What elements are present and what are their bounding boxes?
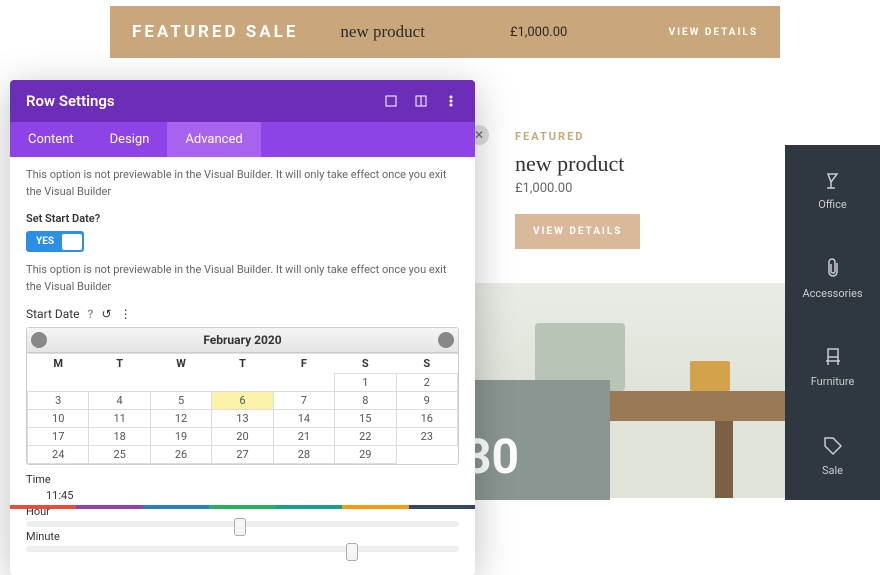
calendar-day[interactable]: 18: [89, 428, 150, 446]
modal-body: This option is not previewable in the Vi…: [10, 157, 475, 575]
prev-month-button[interactable]: [31, 332, 47, 348]
calendar-dow: W: [150, 354, 211, 374]
next-month-button[interactable]: [438, 332, 454, 348]
calendar-dow: T: [89, 354, 150, 374]
tab-advanced[interactable]: Advanced: [167, 122, 260, 157]
calendar-day: [28, 374, 89, 392]
sidebar-item-accessories[interactable]: Accessories: [785, 234, 880, 323]
sidebar-item-furniture[interactable]: Furniture: [785, 323, 880, 412]
calendar-day[interactable]: 24: [28, 446, 89, 464]
calendar-day[interactable]: 15: [335, 410, 396, 428]
calendar-day: [150, 374, 211, 392]
reset-icon[interactable]: ↺: [102, 307, 112, 321]
banner-product: new product: [340, 22, 425, 42]
help-icon[interactable]: ?: [88, 307, 94, 321]
calendar-day[interactable]: 6: [212, 392, 273, 410]
calendar-dow: T: [212, 354, 273, 374]
calendar-dow: M: [28, 354, 89, 374]
calendar-day[interactable]: 22: [335, 428, 396, 446]
calendar-day[interactable]: 11: [89, 410, 150, 428]
banner-view-details-link[interactable]: VIEW DETAILS: [669, 27, 758, 38]
category-sidebar: Office Accessories Furniture Sale: [785, 145, 880, 500]
calendar-day[interactable]: 3: [28, 392, 89, 410]
tab-design[interactable]: Design: [92, 122, 168, 157]
calendar-day[interactable]: 12: [150, 410, 211, 428]
tag-icon: [821, 434, 845, 458]
calendar-day: [273, 374, 334, 392]
calendar-day[interactable]: 28: [273, 446, 334, 464]
start-date-toggle[interactable]: YES: [26, 231, 84, 252]
set-start-label: Set Start Date?: [26, 212, 459, 225]
expand-icon[interactable]: [383, 93, 399, 109]
lamp-icon: [821, 168, 845, 192]
modal-header: Row Settings: [10, 80, 475, 122]
product-card: FEATURED new product £1,000.00 VIEW DETA…: [515, 130, 775, 249]
calendar-day[interactable]: 5: [150, 392, 211, 410]
tab-content[interactable]: Content: [10, 122, 92, 157]
featured-label: FEATURED: [515, 130, 775, 143]
sidebar-label: Sale: [822, 464, 843, 477]
note-text: This option is not previewable in the Vi…: [26, 167, 459, 200]
calendar-day[interactable]: 7: [273, 392, 334, 410]
calendar-day[interactable]: 17: [28, 428, 89, 446]
calendar-day[interactable]: 25: [89, 446, 150, 464]
calendar-day[interactable]: 29: [335, 446, 396, 464]
calendar-dow: S: [335, 354, 396, 374]
modal-tabs: Content Design Advanced: [10, 122, 475, 157]
sidebar-item-sale[interactable]: Sale: [785, 411, 880, 500]
calendar-day[interactable]: 27: [212, 446, 273, 464]
minute-slider[interactable]: [26, 546, 459, 552]
toggle-yes: YES: [28, 233, 62, 250]
hour-slider[interactable]: [26, 521, 459, 527]
calendar-day[interactable]: 16: [396, 410, 457, 428]
calendar-day[interactable]: 19: [150, 428, 211, 446]
product-title: new product: [515, 151, 775, 177]
time-label: Time: [26, 473, 459, 486]
calendar-day: [212, 374, 273, 392]
time-value: 11:45: [26, 489, 459, 502]
calendar-day: [89, 374, 150, 392]
sidebar-label: Office: [818, 198, 847, 211]
calendar-day[interactable]: 9: [396, 392, 457, 410]
start-date-label: Start Date: [26, 307, 80, 321]
calendar-day[interactable]: 8: [335, 392, 396, 410]
banner-title: FEATURED SALE: [132, 22, 298, 42]
columns-icon[interactable]: [413, 93, 429, 109]
calendar-day[interactable]: 20: [212, 428, 273, 446]
calendar-day[interactable]: 4: [89, 392, 150, 410]
options-icon[interactable]: ⋮: [120, 307, 132, 321]
modal-title: Row Settings: [26, 92, 369, 110]
calendar-month: February 2020: [47, 333, 438, 347]
calendar-day: [396, 446, 457, 464]
sidebar-label: Furniture: [811, 375, 855, 388]
calendar-day[interactable]: 21: [273, 428, 334, 446]
calendar-grid: MTWTFSS 12345678910111213141516171819202…: [27, 353, 458, 464]
paperclip-icon: [821, 257, 845, 281]
chair-icon: [821, 345, 845, 369]
sidebar-item-office[interactable]: Office: [785, 145, 880, 234]
view-details-button[interactable]: VIEW DETAILS: [515, 214, 640, 249]
calendar-day[interactable]: 26: [150, 446, 211, 464]
calendar-day[interactable]: 10: [28, 410, 89, 428]
calendar-day[interactable]: 13: [212, 410, 273, 428]
toggle-knob: [62, 234, 82, 250]
calendar-dow: S: [396, 354, 457, 374]
more-icon[interactable]: [443, 93, 459, 109]
calendar-day[interactable]: 2: [396, 374, 457, 392]
banner-price: £1,000.00: [510, 25, 567, 40]
calendar-dow: F: [273, 354, 334, 374]
color-bar: [10, 505, 475, 509]
sidebar-label: Accessories: [802, 287, 862, 300]
product-price: £1,000.00: [515, 181, 775, 196]
calendar: February 2020 MTWTFSS 123456789101112131…: [26, 327, 459, 465]
row-settings-modal: Row Settings Content Design Advanced Thi…: [10, 80, 475, 575]
calendar-day[interactable]: 14: [273, 410, 334, 428]
note-text-2: This option is not previewable in the Vi…: [26, 262, 459, 295]
calendar-day[interactable]: 1: [335, 374, 396, 392]
featured-banner: FEATURED SALE new product £1,000.00 VIEW…: [110, 6, 780, 58]
calendar-day[interactable]: 23: [396, 428, 457, 446]
